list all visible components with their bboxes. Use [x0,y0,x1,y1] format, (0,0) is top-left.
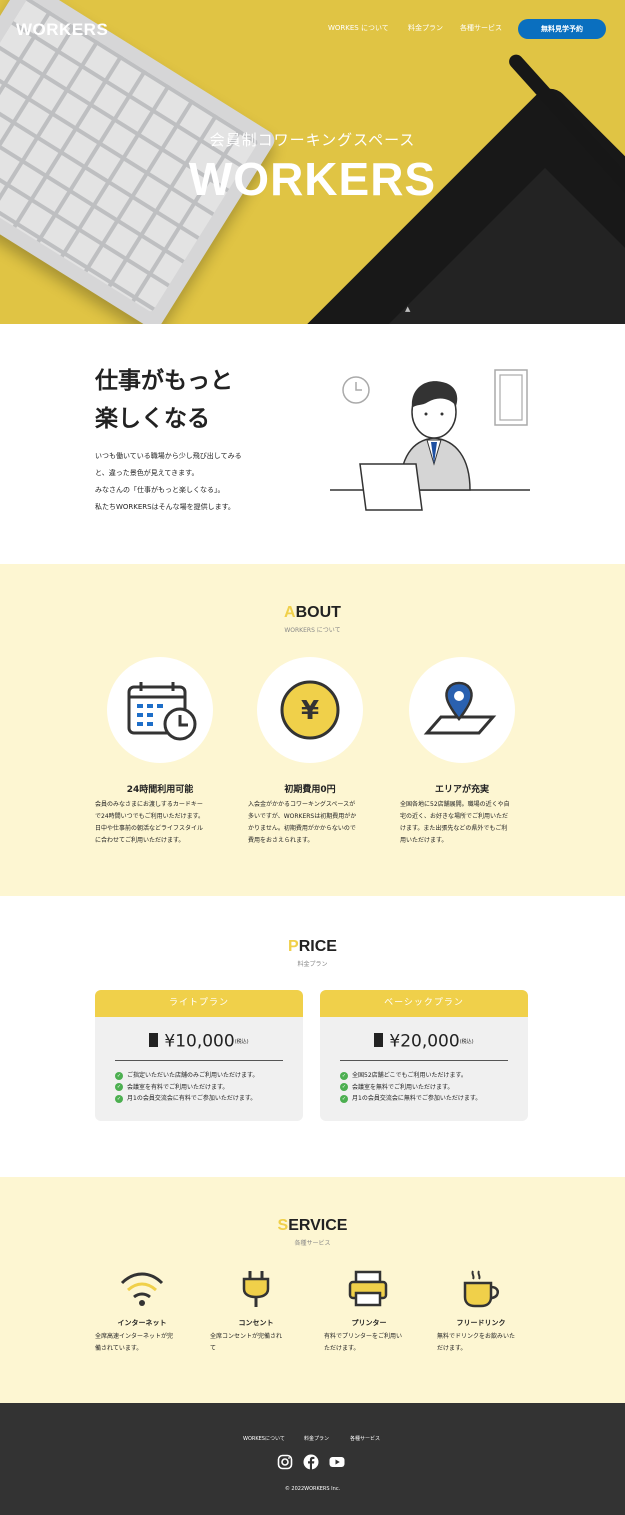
nav-service[interactable]: 各種サービス [460,23,502,33]
coffee-cup-icon [463,1270,499,1308]
copyright: © 2022WORKERS Inc. [284,1486,341,1492]
nav-about[interactable]: WORKES について [328,23,389,33]
feature-icon-circle: ¥ [257,657,363,763]
hero: WORKERS WORKES について 料金プラン 各種サービス 無料見学予約 … [0,0,625,324]
price-title: PRICE [288,938,337,955]
check-icon: ✓ [340,1094,348,1103]
nav-price[interactable]: 料金プラン [408,23,443,33]
plan-features: ✓ ご指定いただいた店舗のみご利用いただけます。 ✓ 会議室を有料でご利用いただけま… [115,1070,258,1105]
footer-link-price[interactable]: 料金プラン [304,1435,329,1442]
list-item: ✓ 会議室を無料でご利用いただけます。 [340,1083,454,1091]
plan-card-light: ライトプラン ¥10,000(税込) ✓ ご指定いただいた店舗のみご利用いただけま… [95,990,303,1121]
service-description: 全席高速インターネットが完 備されています。 [95,1333,174,1352]
footer-link-about[interactable]: WORKESについて [243,1435,285,1442]
free-tour-button[interactable]: 無料見学予約 [518,19,606,39]
footer-link-service[interactable]: 各種サービス [350,1435,380,1442]
about-subtitle: WORKERS について [284,627,341,634]
service-subtitle: 各種サービス [294,1240,331,1247]
intro-body: いつも働いている職場から少し飛び出してみる と、違った景色が見えてきます。 みな… [95,452,242,511]
list-item: ✓ 月1の会員交流会に有料でご参加いただけます。 [115,1094,257,1103]
wifi-icon [120,1272,164,1306]
businessman-laptop-illustration [330,369,530,511]
hero-subtitle: 会員制コワーキングスペース [209,131,416,149]
price-subtitle: 料金プラン [297,961,328,968]
divider [115,1060,283,1061]
feature-description: 入会金がかかるコワーキングスペースが 多いですが、WORKERSは初期費用がか かり… [248,801,357,844]
list-item: ✓ 月1の会員交流会に無料でご参加いただけます。 [340,1094,482,1103]
plan-price: ¥20,000(税込) [320,1031,528,1052]
service-description: 全席コンセントが完備されて [210,1333,283,1352]
list-item: ✓ 会議室を有料でご利用いただけます。 [115,1083,229,1091]
about-title: ABOUT [284,604,341,621]
service-description: 無料でドリンクをお飲みいた だけます。 [437,1333,516,1352]
divider [340,1060,508,1061]
service-title-item: インターネット [117,1319,167,1327]
about-section: ABOUT WORKERS について ¥ 24時間利用可能 初期費用0円 エリア… [0,564,625,896]
plan-name: ライトプラン [95,990,303,1017]
check-icon: ✓ [115,1094,123,1103]
site-logo[interactable]: WORKERS [16,20,108,40]
check-icon: ✓ [340,1083,348,1091]
service-title-item: コンセント [238,1319,274,1327]
svg-text:¥: ¥ [301,696,319,726]
youtube-icon[interactable] [329,1454,345,1470]
plan-price: ¥10,000(税込) [95,1031,303,1052]
plan-features: ✓ 全国52店舗どこでもご利用いただけます。 ✓ 会議室を無料でご利用いただけます。… [340,1070,481,1105]
price-tag-icon [149,1032,159,1047]
service-section: SERVICE 各種サービス インターネット コンセント プリンター フリードリ… [0,1177,625,1403]
calendar-clock-icon [127,682,197,741]
plan-name: ベーシックプラン [320,990,528,1017]
list-item: ✓ 全国52店舗どこでもご利用いただけます。 [340,1071,467,1080]
list-item: ✓ ご指定いただいた店舗のみご利用いただけます。 [115,1071,259,1080]
plan-card-basic: ベーシックプラン ¥20,000(税込) ✓ 全国52店舗どこでもご利用いただけま… [320,990,528,1121]
yen-coin-icon: ¥ [280,680,340,740]
service-description: 有料でプリンターをご利用い ただけます。 [324,1333,403,1352]
map-pin-icon [423,681,497,735]
check-icon: ✓ [115,1083,123,1091]
feature-description: 会員のみなさまにお渡しするカードキー で24時間いつでもご利用いただけます。 日中や… [95,801,205,844]
feature-title: 初期費用0円 [284,785,336,795]
printer-icon [348,1270,388,1307]
feature-title: 24時間利用可能 [126,785,194,795]
chevron-up-icon[interactable]: ▲ [405,305,410,313]
feature-icon-circle [107,657,213,763]
intro-title: 仕事がもっと 楽しくなる [95,368,233,432]
hero-title: WORKERS [188,153,437,205]
instagram-icon[interactable] [277,1454,293,1470]
service-title-item: プリンター [351,1319,387,1327]
plug-icon [242,1271,270,1307]
check-icon: ✓ [115,1071,123,1080]
service-title-item: フリードリンク [456,1319,506,1327]
feature-icon-circle [409,657,515,763]
price-tag-icon [374,1032,384,1047]
footer: WORKESについて 料金プラン 各種サービス © 2022WORKERS In… [0,1403,625,1515]
feature-description: 全国各地に52店舗展開。職場の近くや自 宅の近く、お好きな場所でご利用いただ けます… [400,801,510,844]
facebook-icon[interactable] [303,1454,319,1470]
service-title: SERVICE [277,1217,348,1234]
feature-title: エリアが充実 [434,785,489,795]
check-icon: ✓ [340,1071,348,1080]
